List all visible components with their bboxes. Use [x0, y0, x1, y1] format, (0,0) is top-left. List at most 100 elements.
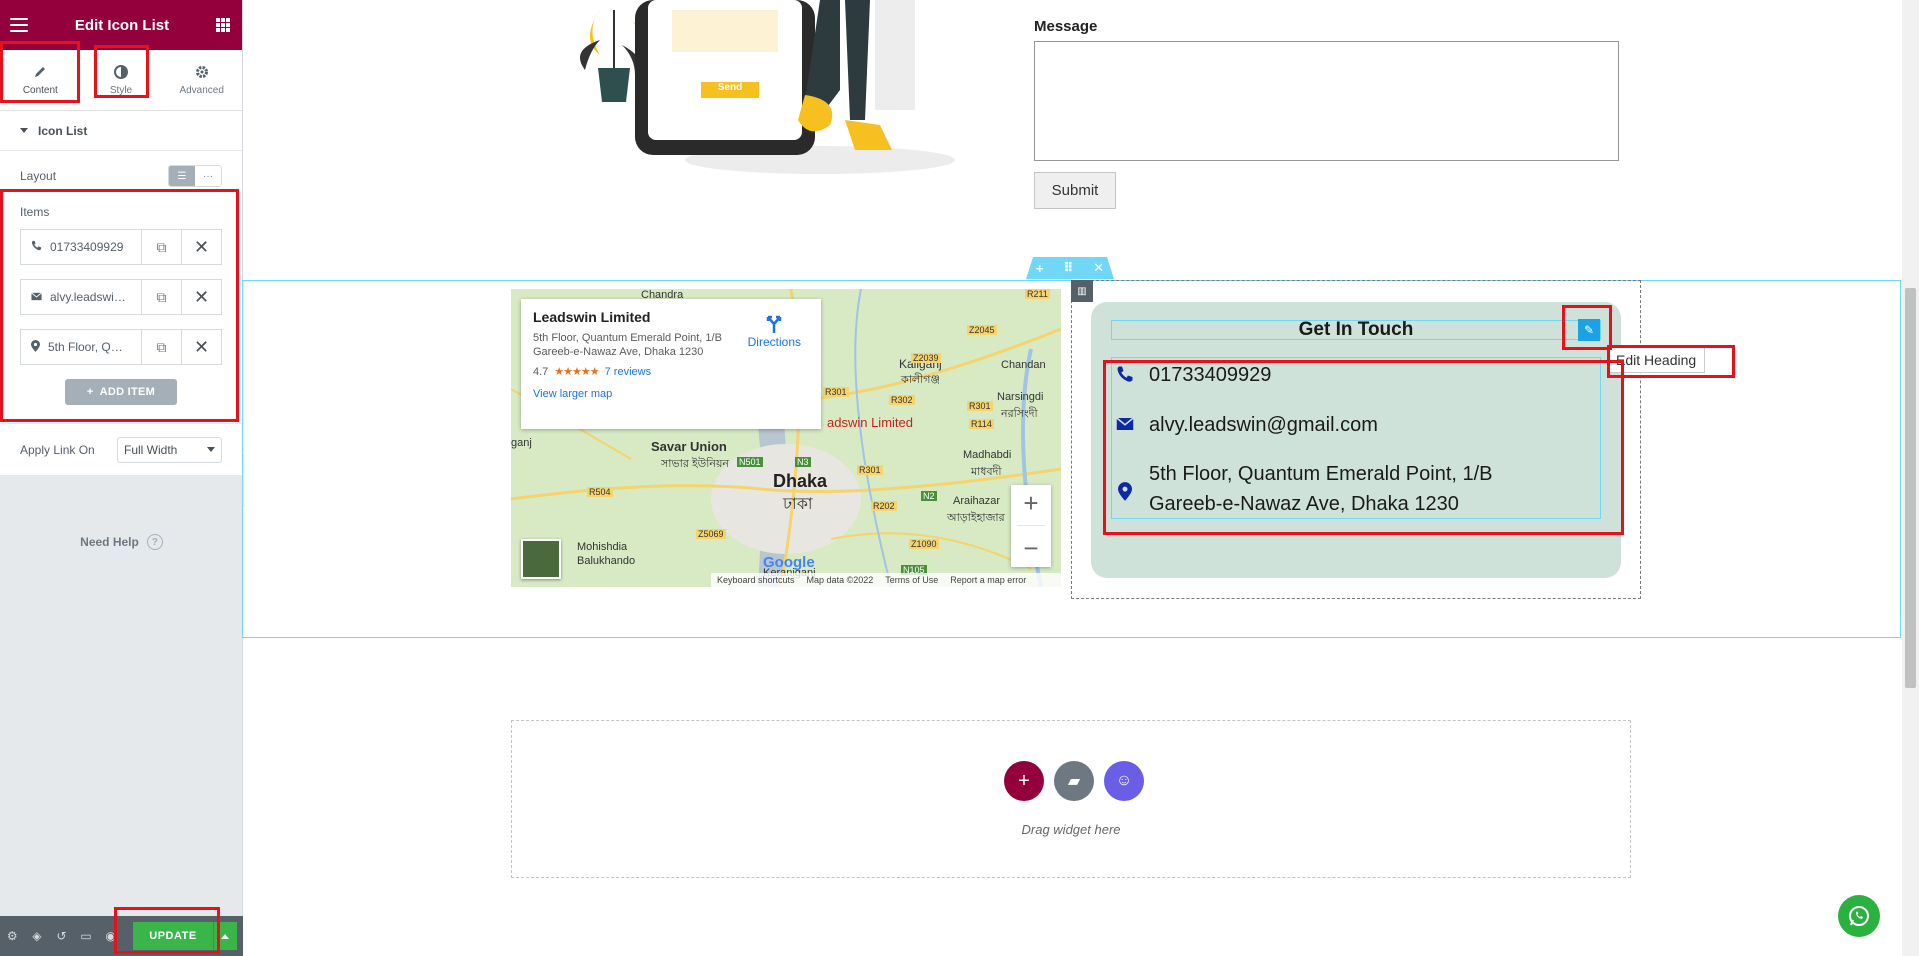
repeater-item-title[interactable]: alvy.leadswin@gmail.com [21, 280, 141, 314]
repeater-item-text: alvy.leadswin@gmail.com [50, 290, 128, 304]
list-item-text: 5th Floor, Quantum Emerald Point, 1/B Ga… [1149, 463, 1493, 515]
tab-style[interactable]: Style [81, 50, 162, 110]
phone-icon [1111, 360, 1139, 388]
column-handle-icon[interactable]: ▥ [1071, 280, 1093, 302]
ai-assistant-icon[interactable]: ☺ [1104, 761, 1144, 801]
duplicate-button[interactable]: ⧉ [141, 230, 181, 264]
gear-icon [194, 64, 210, 80]
map-label-araihazar: Araihazar [953, 495, 1001, 507]
road-label: R301 [857, 465, 883, 475]
repeater-item[interactable]: 01733409929 ⧉ ✕ [20, 229, 222, 265]
remove-button[interactable]: ✕ [181, 330, 221, 364]
map-label-narsingdi-bn: নরসিংদী [1001, 408, 1038, 420]
directions-icon [767, 315, 782, 333]
add-section-button[interactable]: + [1004, 761, 1044, 801]
update-button-group: UPDATE [132, 922, 237, 950]
need-help-link[interactable]: Need Help ? [0, 534, 243, 550]
widgets-grid-icon[interactable] [215, 18, 230, 32]
hamburger-menu-icon[interactable] [10, 18, 28, 32]
map-label-ganj: ganj [511, 437, 532, 449]
delete-section-icon[interactable]: ✕ [1093, 260, 1104, 276]
repeater-item-title[interactable]: 5th Floor, Quantum Emerald Point, 1/B Ga… [21, 330, 141, 364]
illustration-send-label: Send [717, 82, 743, 93]
list-item[interactable]: 5th Floor, Quantum Emerald Point, 1/B Ga… [1111, 459, 1569, 519]
google-logo: Google [763, 554, 815, 571]
section-handle[interactable]: + ⠿ ✕ [1026, 257, 1114, 279]
place-address: 5th Floor, Quantum Emerald Point, 1/B Ga… [533, 332, 722, 358]
google-map[interactable]: Chandra Savar Union সাভার ইউনিয়ন Dhaka … [511, 289, 1061, 587]
road-label: Z2039 [911, 353, 941, 363]
satellite-toggle[interactable] [521, 539, 561, 579]
submit-button[interactable]: Submit [1034, 172, 1116, 209]
repeater-item[interactable]: alvy.leadswin@gmail.com ⧉ ✕ [20, 279, 222, 315]
list-item-text: 01733409929 [1149, 364, 1272, 386]
publish-options-button[interactable] [212, 922, 237, 950]
road-label: R301 [823, 387, 849, 397]
list-layout-icon[interactable]: ☰ [169, 166, 195, 186]
heading-widget[interactable]: Get In Touch [1111, 319, 1601, 340]
divider [1017, 525, 1045, 527]
add-section-icon[interactable]: + [1036, 261, 1044, 276]
panel-footer: ⚙ ◈ ↺ ▭ ◉ UPDATE [0, 916, 243, 956]
copy-icon: ⧉ [156, 338, 167, 355]
repeater-item-text: 5th Floor, Quantum Emerald Point, 1/B Ga… [48, 340, 126, 354]
rating-value: 4.7 [533, 365, 549, 378]
report-error-link[interactable]: Report a map error [950, 575, 1026, 585]
apply-link-label: Apply Link On [20, 442, 95, 457]
apply-link-select[interactable]: Full Width [117, 436, 222, 463]
map-marker-label[interactable]: adswin Limited [827, 415, 913, 430]
map-zoom-controls: + − [1011, 485, 1051, 567]
drag-handle-icon[interactable]: ⠿ [1063, 260, 1073, 276]
responsive-mode-icon[interactable]: ▭ [80, 929, 93, 943]
message-textarea[interactable] [1034, 41, 1619, 161]
road-label: N2 [921, 491, 937, 501]
tab-style-label: Style [109, 85, 133, 96]
map-label-madhabdi-bn: মাধবদী [971, 466, 1002, 478]
map-label-savar-bn: সাভার ইউনিয়ন [661, 458, 729, 470]
copy-icon: ⧉ [156, 238, 167, 255]
remove-button[interactable]: ✕ [181, 230, 221, 264]
tab-advanced[interactable]: Advanced [161, 50, 242, 110]
navigator-layers-icon[interactable]: ◈ [31, 929, 44, 943]
add-item-button[interactable]: + ADD ITEM [65, 379, 177, 405]
directions-button[interactable]: Directions [748, 313, 801, 349]
duplicate-button[interactable]: ⧉ [141, 330, 181, 364]
edit-pencil-icon[interactable]: ✎ [1578, 319, 1600, 341]
tab-content-label: Content [22, 85, 58, 96]
envelope-icon [31, 290, 42, 304]
history-icon[interactable]: ↺ [55, 929, 68, 943]
list-item[interactable]: alvy.leadswin@gmail.com [1111, 410, 1569, 440]
reviews-link[interactable]: 7 reviews [605, 366, 651, 378]
editor-app: Edit Icon List Content Style Advanced Ic… [0, 0, 1919, 956]
items-label: Items [20, 205, 50, 219]
preview-eye-icon[interactable]: ◉ [104, 929, 117, 943]
plus-icon: + [86, 386, 94, 398]
road-label: R302 [889, 395, 915, 405]
map-label-savar: Savar Union [651, 439, 727, 454]
settings-gear-icon[interactable]: ⚙ [6, 929, 19, 943]
copy-icon: ⧉ [156, 288, 167, 305]
scrollbar-thumb[interactable] [1905, 288, 1916, 688]
add-item-label: ADD ITEM [99, 386, 156, 398]
tab-content[interactable]: Content [0, 50, 81, 110]
inline-layout-icon[interactable]: ··· [195, 166, 221, 186]
repeater-item-title[interactable]: 01733409929 [21, 230, 141, 264]
list-item[interactable]: 01733409929 [1111, 360, 1569, 390]
template-library-folder-icon[interactable]: ▰ [1054, 761, 1094, 801]
keyboard-shortcuts-link[interactable]: Keyboard shortcuts [717, 575, 795, 585]
map-pin-icon [1111, 477, 1139, 505]
page-scrollbar[interactable] [1902, 0, 1919, 956]
section-toggle-icon-list[interactable]: Icon List [0, 111, 242, 151]
road-label: R202 [871, 501, 897, 511]
view-larger-map-link[interactable]: View larger map [533, 388, 809, 400]
whatsapp-chat-icon[interactable] [1838, 895, 1880, 937]
duplicate-button[interactable]: ⧉ [141, 280, 181, 314]
zoom-in-button[interactable]: + [1023, 488, 1038, 519]
zoom-out-button[interactable]: − [1023, 533, 1038, 564]
remove-button[interactable]: ✕ [181, 280, 221, 314]
directions-label: Directions [747, 335, 801, 349]
terms-link[interactable]: Terms of Use [885, 575, 938, 585]
update-button[interactable]: UPDATE [132, 922, 213, 950]
map-label-chandan: Chandan [1001, 359, 1046, 371]
repeater-item[interactable]: 5th Floor, Quantum Emerald Point, 1/B Ga… [20, 329, 222, 365]
